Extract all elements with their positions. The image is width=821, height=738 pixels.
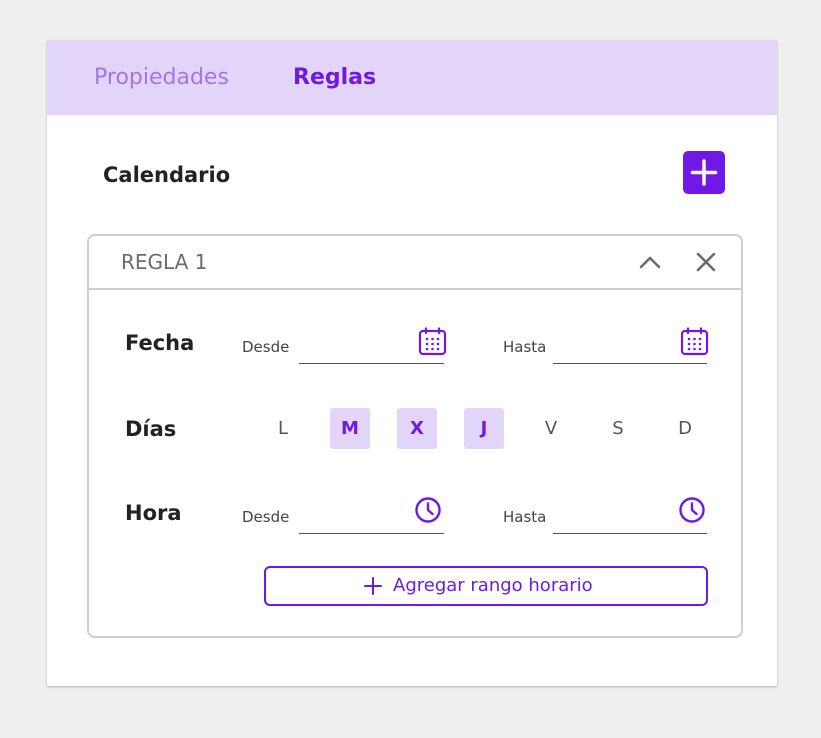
tab-bar: Propiedades Reglas xyxy=(47,40,777,115)
day-toggle-l[interactable]: L xyxy=(263,408,303,449)
add-time-range-button[interactable]: Agregar rango horario xyxy=(264,566,708,606)
plus-icon xyxy=(690,159,718,186)
day-toggle-s[interactable]: S xyxy=(598,408,638,449)
time-from-label: Desde xyxy=(242,508,290,526)
rule-title: REGLA 1 xyxy=(121,250,208,274)
chevron-up-icon[interactable] xyxy=(638,250,662,274)
section-title: Calendario xyxy=(103,163,231,187)
clock-icon[interactable] xyxy=(414,496,442,524)
day-toggle-v[interactable]: V xyxy=(531,408,571,449)
plus-icon xyxy=(364,577,382,595)
date-label: Fecha xyxy=(125,331,195,355)
time-label: Hora xyxy=(125,501,182,525)
date-to-label: Hasta xyxy=(503,338,547,356)
day-toggle-m[interactable]: M xyxy=(330,408,370,449)
tab-properties[interactable]: Propiedades xyxy=(94,63,229,93)
calendar-icon[interactable] xyxy=(680,327,709,356)
clock-icon[interactable] xyxy=(678,496,706,524)
day-toggle-x[interactable]: X xyxy=(397,408,437,449)
tab-rules[interactable]: Reglas xyxy=(293,63,376,93)
calendar-icon[interactable] xyxy=(418,327,447,356)
rule-header: REGLA 1 xyxy=(89,236,741,290)
close-icon[interactable] xyxy=(694,250,718,274)
rule-card: REGLA 1 Fecha Desde Hasta Días L M X J V… xyxy=(87,234,743,638)
time-to-label: Hasta xyxy=(503,508,547,526)
date-from-label: Desde xyxy=(242,338,290,356)
add-time-range-label: Agregar rango horario xyxy=(393,575,593,596)
day-toggle-j[interactable]: J xyxy=(464,408,504,449)
days-label: Días xyxy=(125,417,177,441)
add-rule-button[interactable] xyxy=(683,151,725,194)
rules-panel: Propiedades Reglas Calendario REGLA 1 Fe… xyxy=(47,40,777,686)
day-toggle-d[interactable]: D xyxy=(665,408,705,449)
